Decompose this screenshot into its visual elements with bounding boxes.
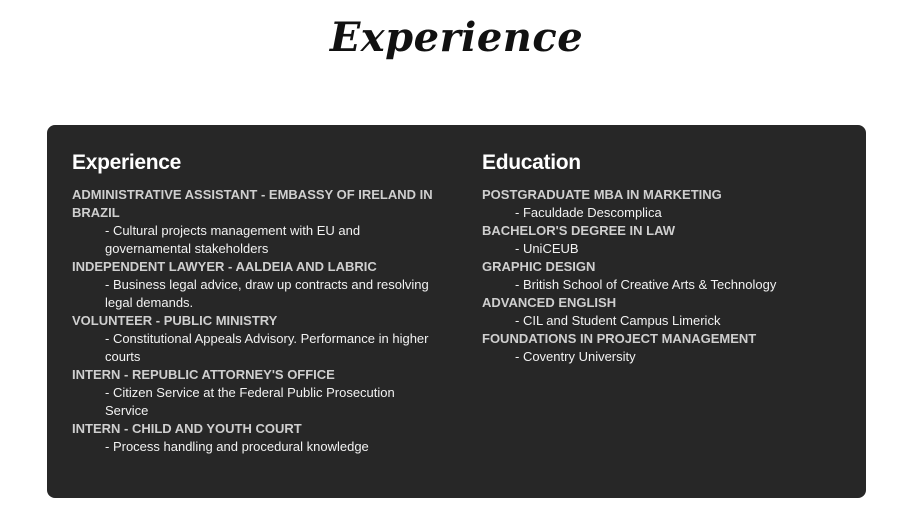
experience-heading: Experience [72,151,182,174]
experience-item-detail: - Citizen Service at the Federal Public … [105,385,395,418]
education-item: FOUNDATIONS IN PROJECT MANAGEMENT - Cove… [482,330,852,366]
experience-list: ADMINISTRATIVE ASSISTANT - EMBASSY OF IR… [72,186,442,456]
experience-item-title: VOLUNTEER - PUBLIC MINISTRY [72,313,278,328]
education-item: BACHELOR'S DEGREE IN LAW - UniCEUB [482,222,852,258]
page-title: Experience [329,14,584,61]
experience-item: ADMINISTRATIVE ASSISTANT - EMBASSY OF IR… [72,186,442,258]
experience-item-detail: - Business legal advice, draw up contrac… [105,277,429,310]
education-item-detail: - UniCEUB [515,241,579,256]
experience-column: Experience ADMINISTRATIVE ASSISTANT - EM… [72,150,442,456]
education-item-title: GRAPHIC DESIGN [482,259,596,274]
experience-item: INDEPENDENT LAWYER - AALDEIA AND LABRIC … [72,258,442,312]
education-item-detail: - Faculdade Descomplica [515,205,662,220]
education-heading: Education [482,151,581,174]
experience-item-title: INDEPENDENT LAWYER - AALDEIA AND LABRIC [72,259,377,274]
education-item-title: ADVANCED ENGLISH [482,295,617,310]
resume-card: Experience ADMINISTRATIVE ASSISTANT - EM… [47,125,866,498]
education-item-title: FOUNDATIONS IN PROJECT MANAGEMENT [482,331,757,346]
education-item-detail: - CIL and Student Campus Limerick [515,313,721,328]
experience-item-detail: - Cultural projects management with EU a… [105,223,361,256]
education-item-title: BACHELOR'S DEGREE IN LAW [482,223,676,238]
experience-item-detail: - Process handling and procedural knowle… [105,439,369,454]
education-item: GRAPHIC DESIGN - British School of Creat… [482,258,852,294]
education-item-detail: - Coventry University [515,349,636,364]
experience-item: INTERN - REPUBLIC ATTORNEY'S OFFICE - Ci… [72,366,442,420]
education-item-title: POSTGRADUATE MBA IN MARKETING [482,187,722,202]
education-list: POSTGRADUATE MBA IN MARKETING - Faculdad… [482,186,852,366]
experience-item-title: ADMINISTRATIVE ASSISTANT - EMBASSY OF IR… [72,187,433,220]
experience-item-title: INTERN - CHILD AND YOUTH COURT [72,421,302,436]
experience-item: VOLUNTEER - PUBLIC MINISTRY - Constituti… [72,312,442,366]
education-item: ADVANCED ENGLISH - CIL and Student Campu… [482,294,852,330]
education-column: Education POSTGRADUATE MBA IN MARKETING … [482,150,852,366]
education-item-detail: - British School of Creative Arts & Tech… [515,277,777,292]
experience-item-detail: - Constitutional Appeals Advisory. Perfo… [105,331,429,364]
experience-item: INTERN - CHILD AND YOUTH COURT - Process… [72,420,442,456]
education-item: POSTGRADUATE MBA IN MARKETING - Faculdad… [482,186,852,222]
experience-item-title: INTERN - REPUBLIC ATTORNEY'S OFFICE [72,367,335,382]
